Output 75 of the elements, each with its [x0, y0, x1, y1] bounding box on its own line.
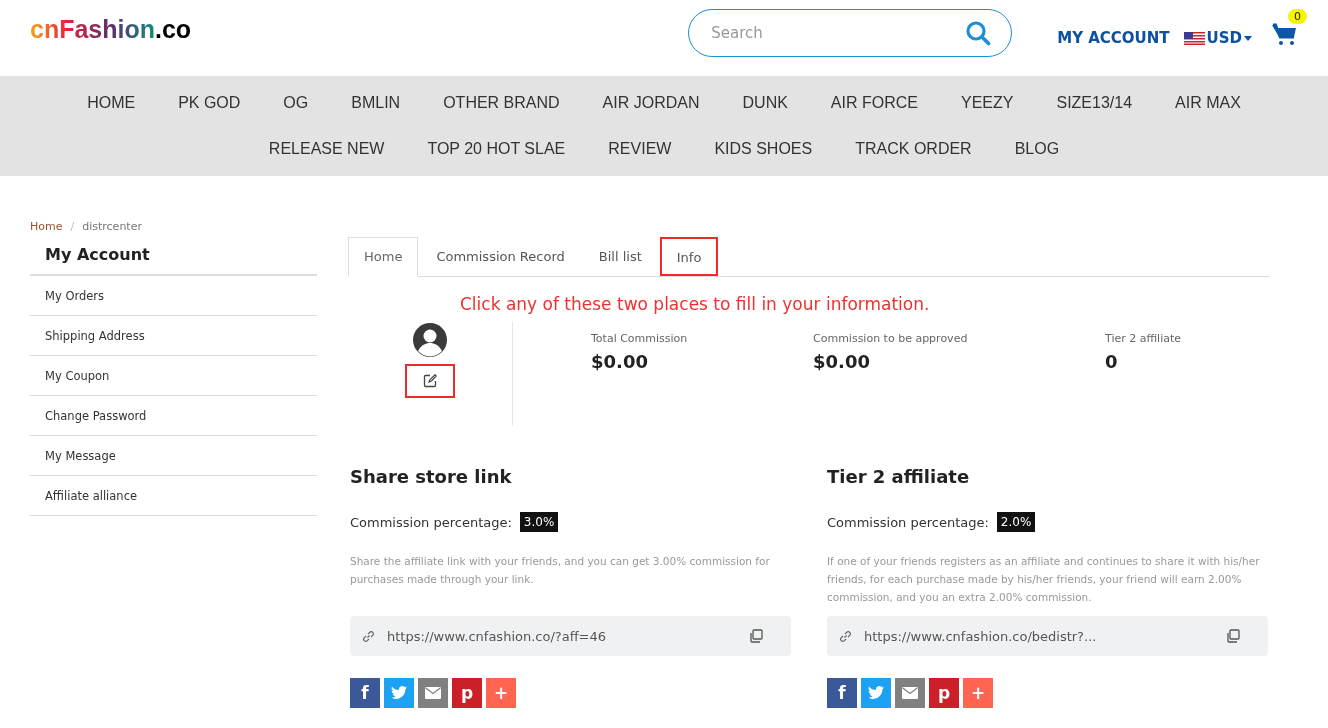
commission-label: Commission percentage:	[827, 514, 989, 530]
nav-link[interactable]: BLOG	[1014, 140, 1060, 158]
twitter-share-button[interactable]	[384, 678, 414, 708]
annotation-text: Click any of these two places to fill in your information.	[460, 294, 931, 314]
envelope-icon	[902, 687, 918, 699]
stat-label: Total Commission	[591, 332, 689, 345]
email-share-button[interactable]	[418, 678, 448, 708]
link-icon	[839, 629, 852, 643]
stat-label: Commission to be approved	[813, 332, 969, 345]
nav-link[interactable]: SIZE13/14	[1056, 94, 1133, 112]
breadcrumb-link[interactable]: distrcenter	[82, 220, 142, 233]
affiliate-link-field[interactable]: https://www.cnfashion.co/?aff=46	[350, 616, 791, 656]
currency-selector[interactable]: USD	[1183, 29, 1252, 47]
sidebar-item[interactable]: My Coupon	[30, 356, 317, 396]
commission-badge: 3.0%	[519, 512, 559, 532]
sidebar-item[interactable]: Shipping Address	[30, 316, 317, 356]
stat-label: Tier 2 affiliate	[1105, 332, 1182, 345]
my-account-link[interactable]: MY ACCOUNT	[1057, 29, 1170, 47]
search-input[interactable]: Search	[709, 23, 966, 43]
edit-profile-button[interactable]	[405, 364, 455, 398]
nav-link[interactable]: AIR JORDAN	[602, 94, 700, 112]
commission-badge: 2.0%	[996, 512, 1036, 532]
sidebar-item[interactable]: My Orders	[30, 276, 317, 316]
nav-link[interactable]: HOME	[87, 94, 136, 112]
section-description: Share the affiliate link with your friends, and you can get 3.00% commission for purchases made through your link.	[350, 554, 771, 587]
sidebar-title: My Account	[30, 233, 317, 276]
commission-label: Commission percentage:	[350, 514, 512, 530]
nav-link[interactable]: OTHER BRAND	[443, 94, 560, 112]
facebook-share-button[interactable]: f	[827, 678, 857, 708]
breadcrumb-separator: /	[70, 220, 75, 233]
search-icon[interactable]	[965, 20, 992, 46]
stat-value: $0.00	[813, 351, 871, 372]
sidebar-item[interactable]: My Message	[30, 436, 317, 476]
stat-value: 0	[1105, 351, 1119, 372]
sidebar-item[interactable]: Affiliate alliance	[30, 476, 317, 516]
email-share-button[interactable]	[895, 678, 925, 708]
twitter-share-button[interactable]	[861, 678, 891, 708]
nav-link[interactable]: AIR FORCE	[830, 94, 918, 112]
section-description: If one of your friends registers as an affiliate and continues to share it with his/her friends, for each purchase made by his/her friends, your friend will earn 2.00% commission, and you an extra 2.00% commission.	[827, 554, 1261, 605]
tab[interactable]: Bill list	[582, 237, 658, 276]
nav-link[interactable]: REVIEW	[608, 140, 672, 158]
nav-link[interactable]: TOP 20 HOT SLAE	[427, 140, 566, 158]
nav-link[interactable]: DUNK	[742, 94, 788, 112]
copy-icon[interactable]	[749, 629, 763, 643]
nav-link[interactable]: YEEZY	[961, 94, 1014, 112]
nav-link[interactable]: KIDS SHOES	[714, 140, 813, 158]
flag-icon	[1183, 31, 1205, 45]
facebook-share-button[interactable]: f	[350, 678, 380, 708]
section-title: Tier 2 affiliate	[827, 466, 971, 487]
breadcrumb-link[interactable]: Home	[30, 220, 63, 233]
stat-value: $0.00	[591, 351, 649, 372]
caret-icon	[1244, 35, 1252, 41]
nav-link[interactable]: AIR MAX	[1175, 94, 1241, 112]
pinterest-share-button[interactable]: p	[452, 678, 482, 708]
edit-icon	[423, 374, 437, 388]
envelope-icon	[425, 687, 441, 699]
nav-link[interactable]: BMLIN	[351, 94, 401, 112]
nav-link[interactable]: RELEASE NEW	[268, 140, 385, 158]
sidebar-item[interactable]: Change Password	[30, 396, 317, 436]
cart-icon[interactable]	[1272, 23, 1298, 47]
nav-link[interactable]: TRACK ORDER	[855, 140, 972, 158]
nav-link[interactable]: PK GOD	[178, 94, 241, 112]
pinterest-share-button[interactable]: p	[929, 678, 959, 708]
bird-icon	[868, 686, 884, 700]
cart-count-badge: 0	[1288, 9, 1307, 24]
affiliate-link-field[interactable]: https://www.cnfashion.co/bedistr?...	[827, 616, 1268, 656]
copy-icon[interactable]	[1226, 629, 1240, 643]
tab[interactable]: Home	[348, 237, 419, 277]
nav-link[interactable]: OG	[283, 94, 309, 112]
link-icon	[362, 629, 375, 643]
tab[interactable]: Commission Record	[420, 237, 581, 276]
tab[interactable]: Info	[659, 237, 719, 276]
section-title: Share store link	[350, 466, 513, 487]
bird-icon	[391, 686, 407, 700]
avatar-icon	[412, 322, 448, 358]
